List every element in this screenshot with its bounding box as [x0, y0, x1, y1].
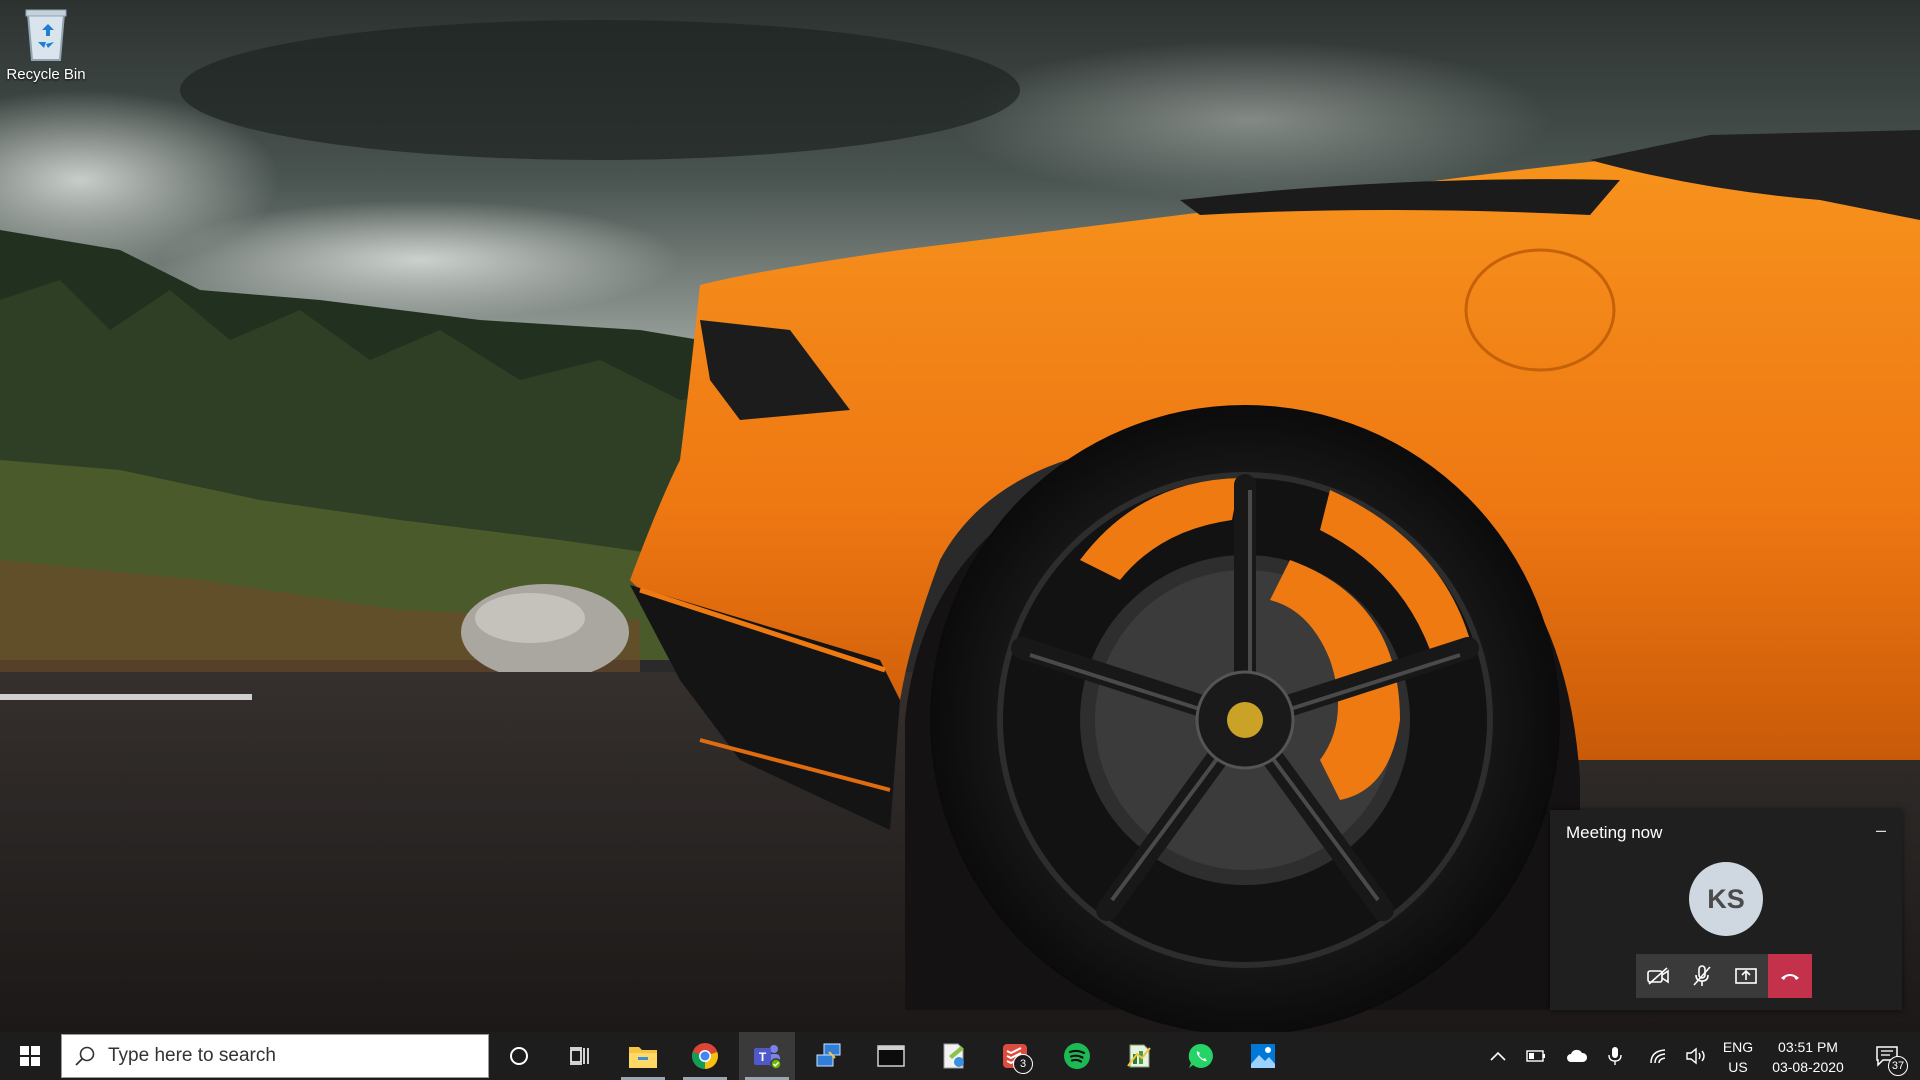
taskbar-app-remote-desktop[interactable] — [801, 1032, 857, 1080]
photos-icon — [1251, 1044, 1275, 1068]
cloud-icon — [1567, 1049, 1588, 1062]
remote-desktop-icon — [816, 1043, 841, 1067]
share-screen-button[interactable] — [1724, 954, 1768, 998]
battery-tray-button[interactable] — [1522, 1032, 1550, 1080]
taskbar-app-todoist[interactable]: 3 — [987, 1032, 1043, 1080]
onedrive-tray-button[interactable] — [1562, 1032, 1592, 1080]
camera-toggle-button[interactable] — [1636, 954, 1680, 998]
terminal-icon — [877, 1045, 905, 1067]
mic-toggle-button[interactable] — [1680, 954, 1724, 998]
taskbar-app-whatsapp[interactable] — [1173, 1032, 1229, 1080]
recycle-bin-icon — [20, 6, 72, 62]
camera-off-icon — [1647, 967, 1669, 985]
show-hidden-icons-button[interactable] — [1484, 1032, 1512, 1080]
region-code: US — [1728, 1059, 1748, 1075]
taskbar-app-file-explorer[interactable] — [615, 1032, 671, 1080]
taskbar-app-terminal[interactable] — [863, 1032, 919, 1080]
share-screen-icon — [1735, 968, 1757, 984]
svg-text:T: T — [759, 1050, 767, 1064]
recycle-bin-label: Recycle Bin — [6, 66, 86, 83]
cortana-button[interactable] — [494, 1032, 544, 1080]
volume-tray-button[interactable] — [1682, 1032, 1710, 1080]
taskbar-app-teams[interactable]: T — [739, 1032, 795, 1080]
taskbar: Type here to search T 3 ENG US 03:51 PM … — [0, 1032, 1920, 1080]
clock-time: 03:51 PM — [1778, 1039, 1838, 1055]
taskbar-app-photos[interactable] — [1235, 1032, 1291, 1080]
spotify-icon — [1064, 1043, 1090, 1069]
search-placeholder: Type here to search — [108, 1045, 276, 1066]
clock-date: 03-08-2020 — [1772, 1059, 1844, 1075]
meeting-title: Meeting now — [1566, 823, 1663, 842]
minimize-button[interactable]: – — [1876, 820, 1886, 841]
meeting-controls — [1636, 954, 1812, 998]
chrome-icon — [692, 1043, 718, 1069]
language-code: ENG — [1722, 1039, 1754, 1055]
wifi-icon — [1650, 1049, 1666, 1064]
cortana-icon — [510, 1047, 528, 1065]
input-language-button[interactable]: ENG US — [1717, 1037, 1759, 1077]
task-view-button[interactable] — [555, 1032, 605, 1080]
teams-icon: T — [754, 1045, 782, 1070]
spreadsheet-icon — [1127, 1044, 1151, 1068]
hang-up-button[interactable] — [1768, 954, 1812, 998]
mic-off-icon — [1693, 965, 1711, 986]
hang-up-icon — [1781, 974, 1799, 980]
chevron-up-icon — [1490, 1051, 1506, 1061]
clock-button[interactable]: 03:51 PM 03-08-2020 — [1764, 1037, 1852, 1077]
microphone-icon — [1608, 1047, 1622, 1065]
teams-meeting-window[interactable]: Meeting now – KS — [1550, 810, 1902, 1010]
microphone-tray-button[interactable] — [1602, 1032, 1628, 1080]
whatsapp-icon — [1188, 1043, 1213, 1068]
action-center-button[interactable]: 37 — [1862, 1032, 1912, 1080]
search-icon — [75, 1046, 95, 1066]
recycle-bin-shortcut[interactable]: Recycle Bin — [4, 6, 88, 83]
taskbar-app-notepad-plus[interactable] — [925, 1032, 981, 1080]
task-view-icon — [570, 1047, 589, 1065]
start-button[interactable] — [0, 1032, 60, 1080]
battery-icon — [1526, 1050, 1545, 1062]
notification-count-badge: 37 — [1888, 1056, 1908, 1076]
search-input[interactable]: Type here to search — [61, 1034, 489, 1078]
taskbar-app-excel[interactable] — [1111, 1032, 1167, 1080]
notepad-icon — [943, 1043, 964, 1069]
folder-icon — [629, 1047, 657, 1068]
speaker-icon — [1686, 1047, 1705, 1065]
network-tray-button[interactable] — [1644, 1032, 1672, 1080]
taskbar-app-chrome[interactable] — [677, 1032, 733, 1080]
avatar: KS — [1689, 862, 1763, 936]
windows-logo-icon — [20, 1046, 40, 1066]
taskbar-app-spotify[interactable] — [1049, 1032, 1105, 1080]
notification-badge: 3 — [1013, 1054, 1033, 1074]
